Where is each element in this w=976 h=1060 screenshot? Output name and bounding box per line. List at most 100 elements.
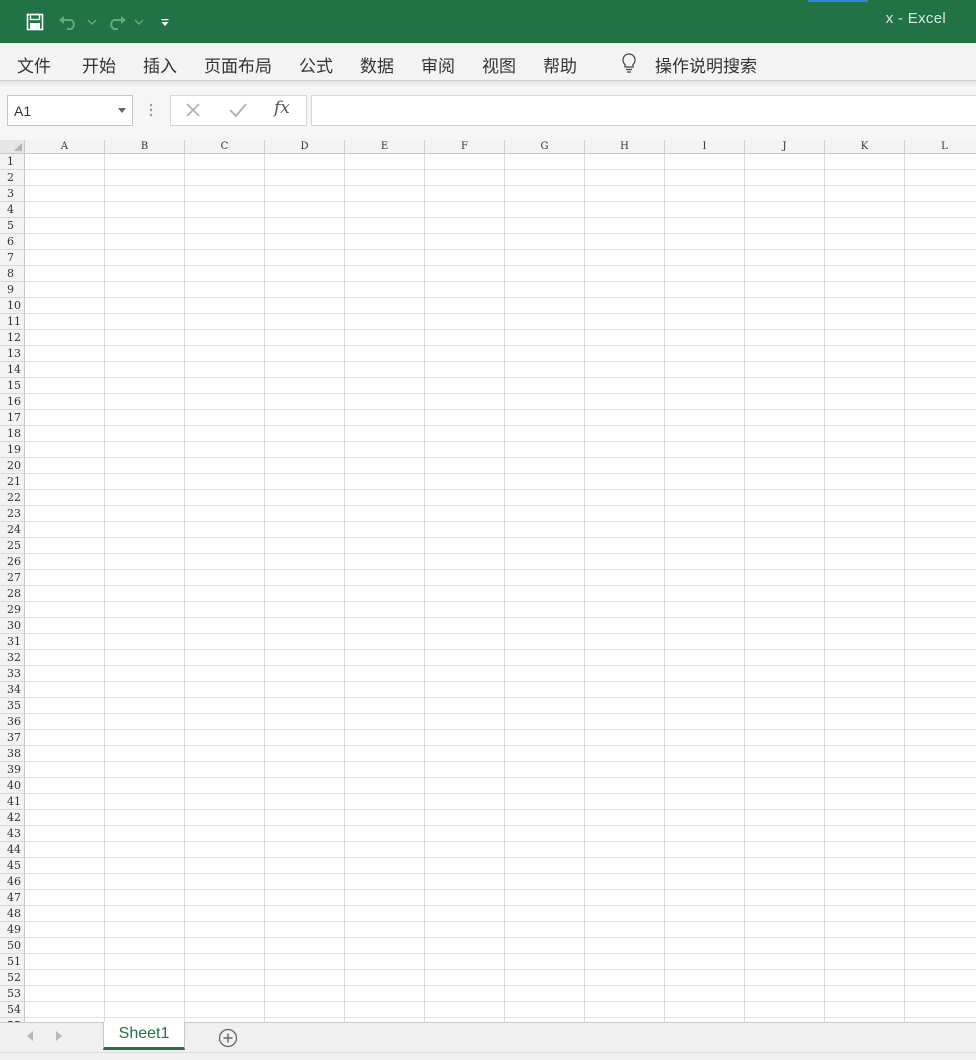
row-header-12[interactable]: 12: [0, 330, 25, 346]
row-header-38[interactable]: 38: [0, 746, 25, 762]
column-header-j[interactable]: J: [745, 140, 825, 154]
column-header-b[interactable]: B: [105, 140, 185, 154]
insert-function-button[interactable]: fx: [274, 98, 290, 118]
sheet-tab-bar: Sheet1: [0, 1022, 976, 1052]
row-header-1[interactable]: 1: [0, 154, 25, 170]
customize-qat-button[interactable]: [158, 10, 172, 34]
row-header-15[interactable]: 15: [0, 378, 25, 394]
row-header-10[interactable]: 10: [0, 298, 25, 314]
row-header-21[interactable]: 21: [0, 474, 25, 490]
row-header-17[interactable]: 17: [0, 410, 25, 426]
undo-dropdown[interactable]: [86, 10, 98, 34]
row-header-53[interactable]: 53: [0, 986, 25, 1002]
row-header-25[interactable]: 25: [0, 538, 25, 554]
more-vertical-icon[interactable]: [149, 102, 153, 118]
row-header-24[interactable]: 24: [0, 522, 25, 538]
tab-data[interactable]: 数据: [360, 52, 394, 77]
tab-help[interactable]: 帮助: [543, 52, 577, 77]
row-header-13[interactable]: 13: [0, 346, 25, 362]
row-header-30[interactable]: 30: [0, 618, 25, 634]
column-headers: ABCDEFGHIJKL: [25, 140, 976, 154]
row-header-37[interactable]: 37: [0, 730, 25, 746]
check-icon[interactable]: [228, 101, 248, 119]
column-header-a[interactable]: A: [25, 140, 105, 154]
row-header-51[interactable]: 51: [0, 954, 25, 970]
row-header-43[interactable]: 43: [0, 826, 25, 842]
row-header-14[interactable]: 14: [0, 362, 25, 378]
redo-dropdown[interactable]: [133, 10, 145, 34]
save-button[interactable]: [24, 10, 46, 34]
row-header-42[interactable]: 42: [0, 810, 25, 826]
chevron-down-icon[interactable]: [118, 108, 126, 113]
tab-file[interactable]: 文件: [17, 52, 51, 77]
row-header-16[interactable]: 16: [0, 394, 25, 410]
row-header-4[interactable]: 4: [0, 202, 25, 218]
tab-page-layout[interactable]: 页面布局: [204, 52, 272, 77]
column-header-f[interactable]: F: [425, 140, 505, 154]
row-header-50[interactable]: 50: [0, 938, 25, 954]
scroll-right-icon[interactable]: [56, 1031, 62, 1041]
tab-insert[interactable]: 插入: [143, 52, 177, 77]
row-header-19[interactable]: 19: [0, 442, 25, 458]
row-header-34[interactable]: 34: [0, 682, 25, 698]
redo-button[interactable]: [106, 10, 128, 34]
row-header-6[interactable]: 6: [0, 234, 25, 250]
row-header-33[interactable]: 33: [0, 666, 25, 682]
column-header-i[interactable]: I: [665, 140, 745, 154]
row-header-41[interactable]: 41: [0, 794, 25, 810]
row-header-22[interactable]: 22: [0, 490, 25, 506]
tab-formulas[interactable]: 公式: [299, 52, 333, 77]
row-header-52[interactable]: 52: [0, 970, 25, 986]
row-header-11[interactable]: 11: [0, 314, 25, 330]
tab-view[interactable]: 视图: [482, 52, 516, 77]
tell-me-search[interactable]: 操作说明搜索: [655, 52, 757, 77]
row-header-28[interactable]: 28: [0, 586, 25, 602]
row-header-47[interactable]: 47: [0, 890, 25, 906]
row-header-20[interactable]: 20: [0, 458, 25, 474]
row-header-3[interactable]: 3: [0, 186, 25, 202]
column-header-d[interactable]: D: [265, 140, 345, 154]
row-header-40[interactable]: 40: [0, 778, 25, 794]
row-header-35[interactable]: 35: [0, 698, 25, 714]
row-header-31[interactable]: 31: [0, 634, 25, 650]
column-header-e[interactable]: E: [345, 140, 425, 154]
cancel-icon[interactable]: [184, 101, 202, 119]
row-header-54[interactable]: 54: [0, 1002, 25, 1018]
lightbulb-icon: [622, 53, 636, 73]
row-header-48[interactable]: 48: [0, 906, 25, 922]
row-header-36[interactable]: 36: [0, 714, 25, 730]
sheet-tab-sheet1[interactable]: Sheet1: [103, 1022, 185, 1050]
row-header-26[interactable]: 26: [0, 554, 25, 570]
row-header-39[interactable]: 39: [0, 762, 25, 778]
title-bar: x - Excel: [0, 0, 976, 43]
cell-area[interactable]: [25, 154, 976, 1022]
column-header-k[interactable]: K: [825, 140, 905, 154]
row-header-49[interactable]: 49: [0, 922, 25, 938]
column-header-c[interactable]: C: [185, 140, 265, 154]
row-header-5[interactable]: 5: [0, 218, 25, 234]
row-header-9[interactable]: 9: [0, 282, 25, 298]
select-all-button[interactable]: [0, 140, 25, 154]
undo-button[interactable]: [58, 10, 78, 34]
row-header-2[interactable]: 2: [0, 170, 25, 186]
column-header-h[interactable]: H: [585, 140, 665, 154]
chevron-down-icon: [134, 19, 144, 25]
name-box[interactable]: A1: [7, 95, 133, 126]
row-header-27[interactable]: 27: [0, 570, 25, 586]
column-header-l[interactable]: L: [905, 140, 976, 154]
row-header-29[interactable]: 29: [0, 602, 25, 618]
add-sheet-icon[interactable]: [218, 1028, 238, 1048]
scroll-left-icon[interactable]: [27, 1031, 33, 1041]
row-header-7[interactable]: 7: [0, 250, 25, 266]
row-header-44[interactable]: 44: [0, 842, 25, 858]
row-header-23[interactable]: 23: [0, 506, 25, 522]
tab-home[interactable]: 开始: [82, 52, 116, 77]
row-header-18[interactable]: 18: [0, 426, 25, 442]
row-header-8[interactable]: 8: [0, 266, 25, 282]
row-header-46[interactable]: 46: [0, 874, 25, 890]
row-header-45[interactable]: 45: [0, 858, 25, 874]
tab-review[interactable]: 审阅: [421, 52, 455, 77]
row-header-32[interactable]: 32: [0, 650, 25, 666]
column-header-g[interactable]: G: [505, 140, 585, 154]
formula-input[interactable]: [311, 95, 976, 126]
